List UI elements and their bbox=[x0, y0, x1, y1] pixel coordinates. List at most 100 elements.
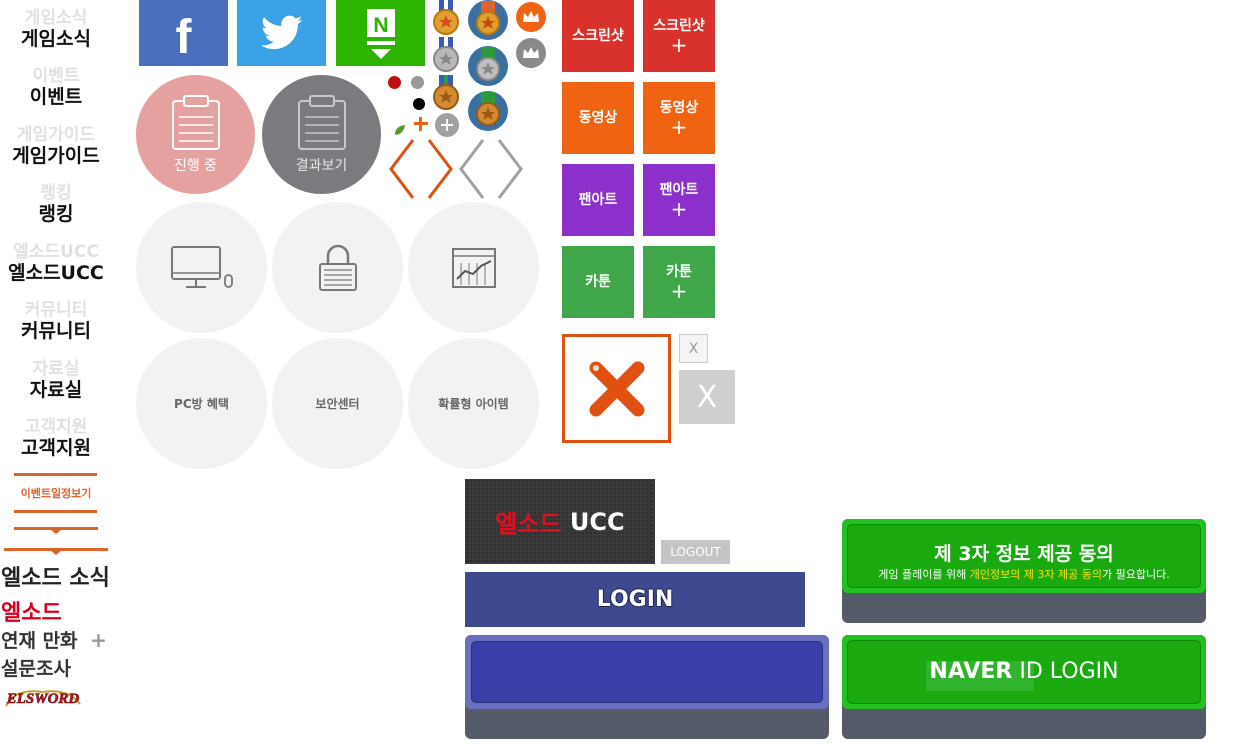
screenshot-add-tile[interactable]: 스크린샷 + bbox=[643, 0, 715, 72]
nav-item-label: 랭킹 bbox=[38, 203, 74, 225]
login-button-hover-state[interactable] bbox=[465, 635, 829, 739]
nav-item-ghost: 자료실 bbox=[32, 359, 80, 379]
naver-button[interactable]: N bbox=[336, 0, 425, 66]
probability-item-button[interactable]: 확률형 아이템 bbox=[408, 338, 539, 469]
menu-survey[interactable]: 설문조사 bbox=[1, 654, 71, 681]
caret-down-icon bbox=[50, 529, 62, 534]
nav-item-ghost: 게임가이드 bbox=[16, 125, 96, 145]
screenshot-tile[interactable]: 스크린샷 bbox=[562, 0, 634, 72]
probability-icon-circle[interactable] bbox=[408, 202, 539, 333]
clipboard-icon bbox=[297, 94, 346, 150]
pcbang-benefit-button[interactable]: PC방 혜택 bbox=[136, 338, 267, 469]
clipboard-icon bbox=[171, 94, 220, 150]
close-icon bbox=[589, 361, 644, 416]
ucc-banner[interactable]: 엘소드 UCC bbox=[465, 479, 655, 564]
nav-item-label: 게임소식 bbox=[21, 28, 91, 50]
nav-item-ghost: 이벤트 bbox=[32, 66, 80, 86]
event-schedule-link[interactable]: 이벤트일정보기 bbox=[0, 485, 112, 501]
results-label: 결과보기 bbox=[295, 157, 348, 174]
tile-label: 카툰 bbox=[585, 274, 611, 290]
nav-item-label: 이벤트 bbox=[29, 86, 83, 108]
twitter-icon bbox=[260, 15, 302, 50]
red-dot-icon bbox=[388, 76, 401, 89]
fanart-tile[interactable]: 팬아트 bbox=[562, 164, 634, 236]
menu-news[interactable]: 엘소드 소식 bbox=[1, 560, 110, 592]
consent-button[interactable]: 제 3자 정보 제공 동의 게임 플레이를 위해 개인정보의 제 3자 제공 동… bbox=[842, 519, 1206, 623]
nav-item-resources[interactable]: 자료실 자료실 bbox=[0, 359, 112, 401]
close-button-small[interactable]: X bbox=[679, 334, 708, 363]
gold-crown-icon bbox=[516, 2, 546, 32]
nav-item-label: 자료실 bbox=[29, 379, 83, 401]
plus-icon: + bbox=[670, 197, 688, 221]
naver-id-login-button[interactable]: NAVER ID LOGIN bbox=[842, 635, 1206, 739]
nav-item-support[interactable]: 고객지원 고객지원 bbox=[0, 417, 112, 459]
nav-item-label: 게임가이드 bbox=[12, 145, 100, 167]
tile-label: 팬아트 bbox=[578, 192, 618, 208]
ucc-suffix: UCC bbox=[561, 507, 625, 536]
naver-brand: NAVER bbox=[929, 659, 1013, 684]
nav-item-ucc[interactable]: 엘소드UCC 엘소드UCC bbox=[0, 242, 112, 284]
desktop-computer-icon bbox=[170, 245, 233, 288]
naver-suffix: ID LOGIN bbox=[1012, 659, 1119, 684]
plus-icon: + bbox=[670, 33, 688, 57]
line-chart-icon bbox=[451, 247, 496, 288]
prev-arrow-gray-icon[interactable] bbox=[458, 138, 486, 204]
caret-down-icon bbox=[50, 550, 62, 555]
nav-item-game-news[interactable]: 게임소식 게임소식 bbox=[0, 8, 112, 50]
security-icon-circle[interactable] bbox=[272, 202, 403, 333]
divider bbox=[14, 473, 97, 476]
close-button-medium[interactable]: X bbox=[679, 370, 735, 424]
consent-highlight: 개인정보의 제 3자 제공 동의 bbox=[969, 568, 1103, 581]
consent-suffix: 가 필요합니다. bbox=[1102, 568, 1170, 581]
close-button-large[interactable] bbox=[562, 334, 671, 443]
gold-medal-icon bbox=[433, 0, 459, 40]
login-label: LOGIN bbox=[596, 587, 674, 612]
menu-comic-label: 연재 만화 bbox=[1, 630, 78, 652]
plus-icon: + bbox=[90, 628, 107, 652]
pc-icon-circle[interactable] bbox=[136, 202, 267, 333]
consent-prefix: 게임 플레이를 위해 bbox=[878, 568, 970, 581]
menu-elsword[interactable]: 엘소드 bbox=[1, 595, 62, 627]
menu-comic[interactable]: 연재 만화 + bbox=[1, 626, 107, 653]
facebook-icon: f bbox=[175, 11, 192, 64]
in-progress-button[interactable]: 진행 중 bbox=[136, 75, 255, 194]
results-button[interactable]: 결과보기 bbox=[262, 75, 381, 194]
plus-icon: + bbox=[670, 279, 688, 303]
login-button[interactable]: LOGIN bbox=[465, 572, 805, 627]
nav-item-ghost: 커뮤니티 bbox=[24, 300, 88, 320]
svg-text:ELSWORD: ELSWORD bbox=[6, 691, 80, 707]
nav-item-ghost: 랭킹 bbox=[40, 183, 72, 203]
bronze-medal-icon bbox=[433, 75, 459, 115]
plus-circle-icon[interactable] bbox=[435, 113, 459, 137]
cartoon-add-tile[interactable]: 카툰 + bbox=[643, 246, 715, 318]
next-arrow-gray-icon[interactable] bbox=[496, 138, 524, 204]
black-dot-icon bbox=[413, 98, 425, 110]
prev-arrow-orange-icon[interactable] bbox=[388, 138, 416, 204]
consent-title: 제 3자 정보 제공 동의 bbox=[934, 543, 1114, 565]
consent-description: 게임 플레이를 위해 개인정보의 제 3자 제공 동의가 필요합니다. bbox=[842, 566, 1206, 582]
twitter-button[interactable] bbox=[237, 0, 326, 66]
nav-item-game-guide[interactable]: 게임가이드 게임가이드 bbox=[0, 125, 112, 167]
facebook-button[interactable]: f bbox=[139, 0, 228, 66]
plus-icon: + bbox=[670, 115, 688, 139]
naver-login-label: NAVER ID LOGIN bbox=[842, 659, 1206, 684]
fanart-add-tile[interactable]: 팬아트 + bbox=[643, 164, 715, 236]
tile-label: 동영상 bbox=[578, 110, 618, 126]
video-add-tile[interactable]: 동영상 + bbox=[643, 82, 715, 154]
orange-plus-icon bbox=[413, 116, 429, 132]
next-arrow-orange-icon[interactable] bbox=[426, 138, 454, 204]
logout-button[interactable]: LOGOUT bbox=[661, 540, 730, 564]
silver-medal-badge-icon bbox=[468, 46, 508, 86]
nav-item-community[interactable]: 커뮤니티 커뮤니티 bbox=[0, 300, 112, 342]
cartoon-tile[interactable]: 카툰 bbox=[562, 246, 634, 318]
nav-item-ghost: 게임소식 bbox=[24, 8, 88, 28]
nav-item-label: 고객지원 bbox=[21, 437, 91, 459]
nav-item-ranking[interactable]: 랭킹 랭킹 bbox=[0, 183, 112, 225]
nav-item-label: 커뮤니티 bbox=[21, 320, 91, 342]
nav-item-ghost: 고객지원 bbox=[24, 417, 88, 437]
nav-item-ghost: 엘소드UCC bbox=[13, 242, 99, 262]
security-center-button[interactable]: 보안센터 bbox=[272, 338, 403, 469]
video-tile[interactable]: 동영상 bbox=[562, 82, 634, 154]
nav-item-event[interactable]: 이벤트 이벤트 bbox=[0, 66, 112, 108]
tile-label: 스크린샷 bbox=[572, 28, 624, 44]
